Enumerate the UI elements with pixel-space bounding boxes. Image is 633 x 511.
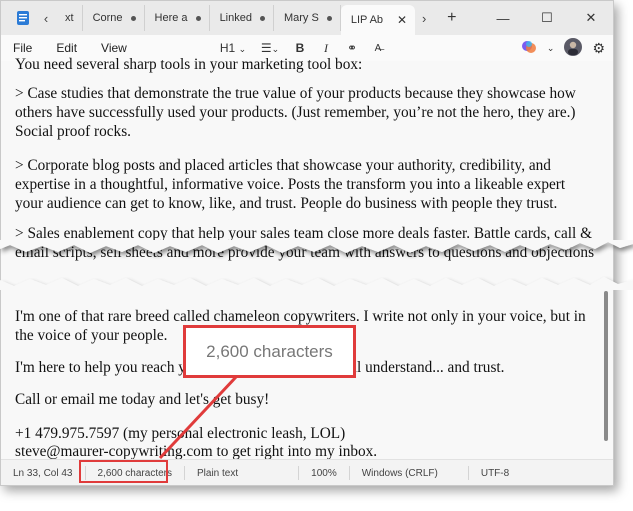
menu-file[interactable]: File: [1, 41, 44, 55]
gear-icon[interactable]: ⚙: [592, 40, 605, 57]
bold-icon[interactable]: B: [287, 41, 313, 55]
tab-label: xt: [65, 12, 74, 24]
clear-format-icon[interactable]: A̶: [365, 43, 391, 54]
scrollbar-thumb[interactable]: [604, 291, 608, 441]
menu-edit[interactable]: Edit: [44, 41, 89, 55]
encoding[interactable]: UTF-8: [469, 466, 521, 480]
tab-label: Corne: [92, 12, 123, 24]
paragraph: Call or email me today and let's get bus…: [15, 391, 270, 408]
scroll-tabs-left-icon[interactable]: ‹: [37, 11, 55, 26]
scroll-tabs-right-icon[interactable]: ›: [415, 11, 433, 26]
line-ending[interactable]: Windows (CRLF): [350, 466, 469, 480]
unsaved-dot-icon: [326, 15, 332, 21]
chevron-down-icon[interactable]: ⌄: [547, 43, 555, 54]
paragraph: You need several sharp tools in your mar…: [15, 56, 363, 73]
unsaved-dot-icon: [130, 15, 136, 21]
tab-label: Linked: [219, 12, 252, 24]
tab-active[interactable]: LIP Ab ✕: [340, 5, 416, 35]
character-count-highlight: [79, 460, 168, 483]
tab-label: LIP Ab: [350, 14, 384, 26]
chevron-down-icon: ⌄: [238, 44, 247, 54]
minimize-icon[interactable]: —: [481, 11, 525, 26]
unsaved-dot-icon: [259, 15, 265, 21]
tab-1[interactable]: xt: [55, 5, 83, 31]
tab-2[interactable]: Corne: [83, 5, 145, 31]
paragraph: > Corporate blog posts and placed articl…: [15, 157, 566, 212]
file-format[interactable]: Plain text: [185, 466, 300, 480]
character-count-callout: 2,600 characters: [183, 325, 356, 378]
cursor-position: Ln 33, Col 43: [1, 466, 86, 480]
text-fragment: I'm here to help you reach yo: [15, 359, 194, 376]
tab-4[interactable]: Linked: [210, 5, 274, 31]
maximize-icon[interactable]: ☐: [525, 10, 569, 26]
window-controls: — ☐ ✕: [481, 1, 613, 35]
torn-edge-divider: [0, 240, 633, 290]
notepad-app-icon: [13, 8, 33, 28]
new-tab-icon[interactable]: +: [447, 9, 456, 27]
italic-icon[interactable]: I: [313, 41, 339, 56]
paragraph: +1 479.975.7597 (my personal electronic …: [15, 425, 346, 442]
tab-3[interactable]: Here a: [145, 5, 210, 31]
menu-view[interactable]: View: [89, 41, 139, 55]
text-fragment: ey'll understand... and trust.: [335, 359, 505, 376]
tab-5[interactable]: Mary S: [274, 5, 341, 31]
tab-label: Here a: [154, 12, 188, 24]
zoom-level[interactable]: 100%: [299, 466, 350, 480]
tab-label: Mary S: [283, 12, 319, 24]
unsaved-dot-icon: [195, 15, 201, 21]
link-icon[interactable]: ⚭: [339, 41, 365, 55]
heading-label: H1: [219, 41, 236, 55]
close-tab-icon[interactable]: ✕: [397, 13, 407, 27]
heading-dropdown[interactable]: H1 ⌄: [213, 41, 253, 55]
close-window-icon[interactable]: ✕: [569, 10, 613, 26]
paragraph: > Case studies that demonstrate the true…: [15, 85, 576, 140]
tab-bar: ‹ xt Corne Here a Linked Mary S LIP Ab ✕ …: [1, 1, 613, 35]
list-icon[interactable]: ☰⌄: [253, 41, 287, 55]
